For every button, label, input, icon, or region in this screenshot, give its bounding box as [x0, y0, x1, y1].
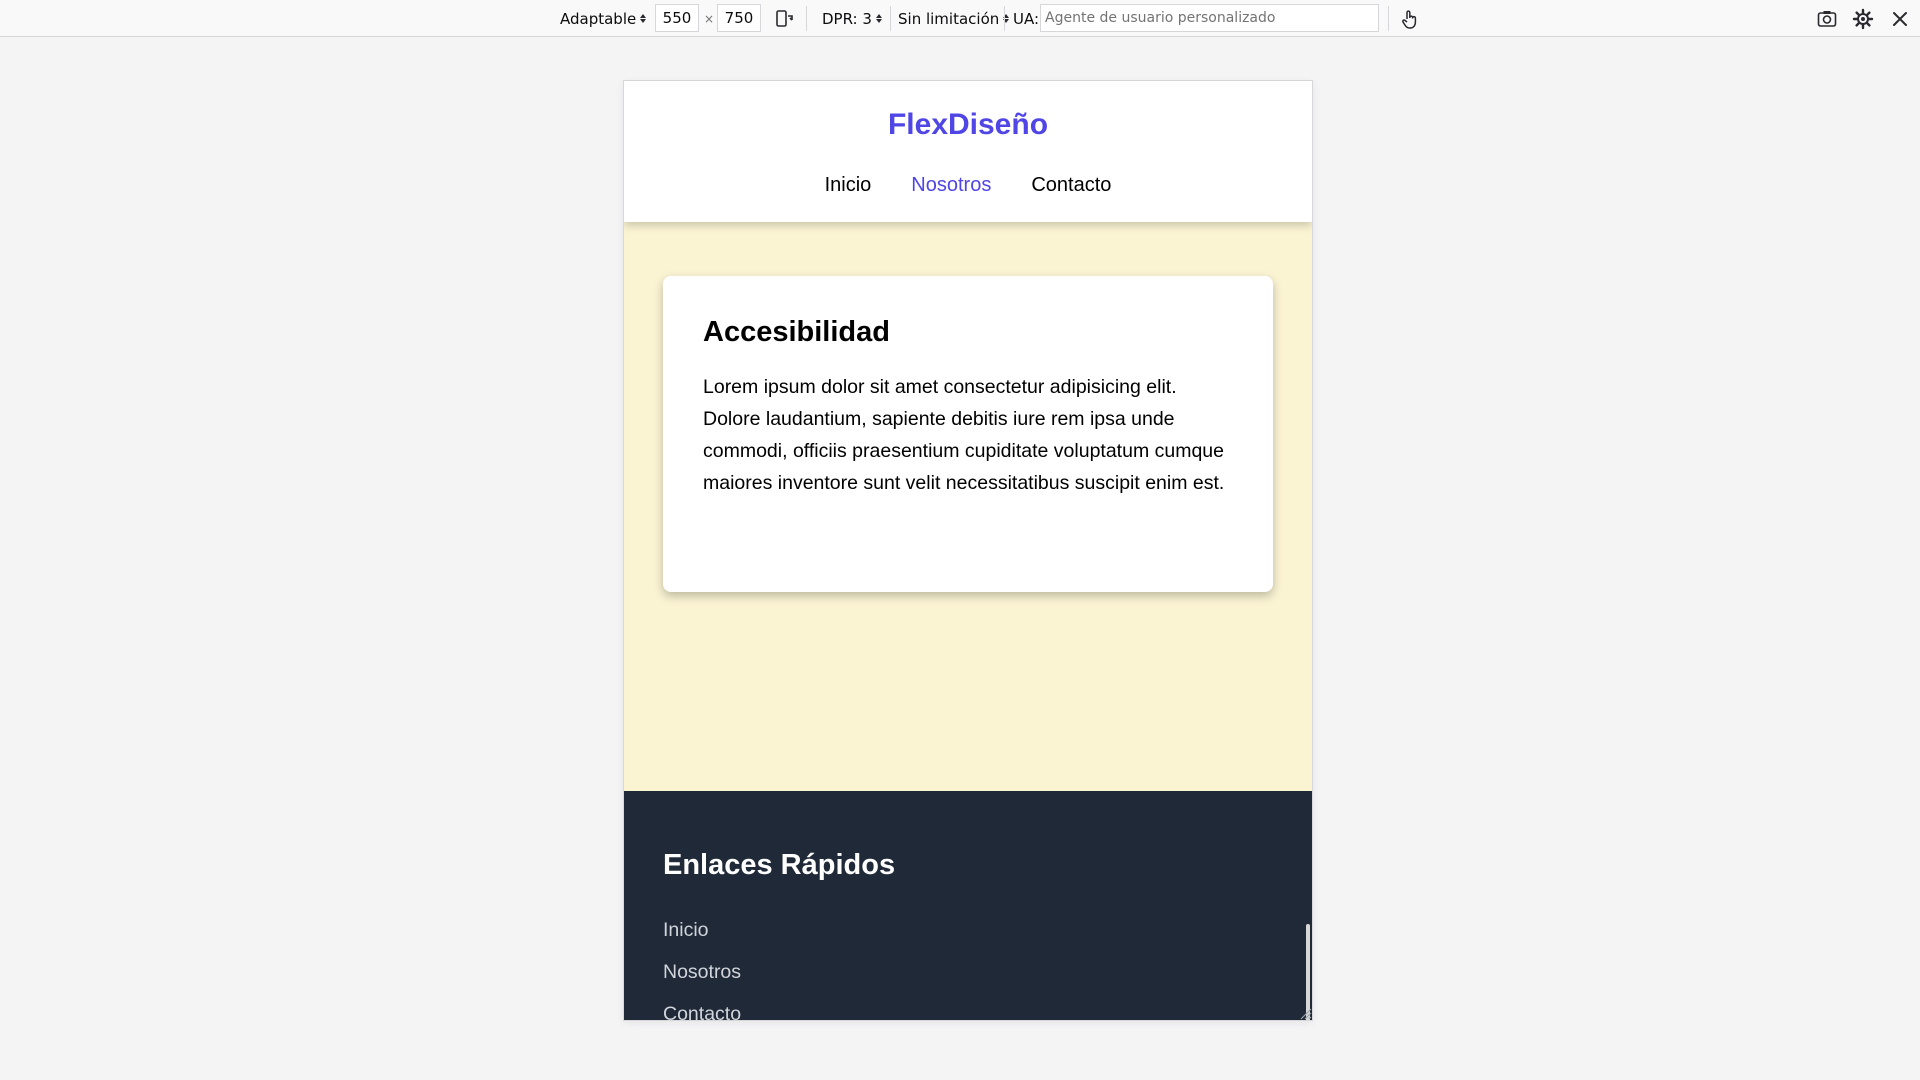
toolbar-divider: [1388, 6, 1389, 31]
feature-card: Accesibilidad Lorem ipsum dolor sit amet…: [663, 276, 1273, 592]
device-selector[interactable]: Adaptable: [560, 0, 646, 37]
touch-icon: [1402, 10, 1417, 29]
responsive-design-toolbar: Adaptable 550 × 750 DPR: 3 Sin limitació…: [0, 0, 1920, 37]
viewport-width-input[interactable]: 550: [655, 4, 699, 32]
emulated-viewport: FlexDiseño Inicio Nosotros Contacto Acce…: [624, 81, 1312, 1020]
updown-arrows-icon: [876, 14, 882, 23]
user-agent-label: UA:: [1013, 9, 1040, 28]
site-logo[interactable]: FlexDiseño: [624, 108, 1312, 142]
screenshot-button[interactable]: [1814, 6, 1840, 32]
touch-simulation-button[interactable]: [1397, 6, 1423, 32]
rotate-viewport-button[interactable]: [772, 6, 798, 32]
footer-links: Inicio Nosotros Contacto: [663, 919, 741, 1020]
toolbar-divider: [806, 6, 807, 31]
close-rdm-button[interactable]: [1887, 6, 1913, 32]
dpr-selector[interactable]: DPR: 3: [822, 0, 882, 37]
footer-link-contacto[interactable]: Contacto: [663, 1003, 741, 1020]
dimension-separator: ×: [704, 11, 715, 26]
settings-button[interactable]: [1850, 6, 1876, 32]
updown-arrows-icon: [640, 14, 646, 23]
user-agent-input[interactable]: Agente de usuario personalizado: [1040, 4, 1379, 32]
close-icon: [1893, 12, 1907, 26]
footer-link-inicio[interactable]: Inicio: [663, 919, 741, 961]
viewport-height-input[interactable]: 750: [717, 4, 761, 32]
screenshot-icon: [1817, 11, 1837, 27]
site-nav: Inicio Nosotros Contacto: [624, 174, 1312, 197]
site-footer: Enlaces Rápidos Inicio Nosotros Contacto: [624, 791, 1312, 1020]
card-title: Accesibilidad: [703, 316, 890, 348]
dpr-label: DPR: 3: [822, 9, 872, 28]
site-header: FlexDiseño Inicio Nosotros Contacto: [624, 81, 1312, 222]
footer-link-nosotros[interactable]: Nosotros: [663, 961, 741, 1003]
main-section: Accesibilidad Lorem ipsum dolor sit amet…: [624, 222, 1312, 791]
throttling-label: Sin limitación: [898, 9, 1000, 28]
resize-grip-icon: [1300, 1008, 1312, 1020]
toolbar-divider: [1004, 6, 1005, 31]
footer-title: Enlaces Rápidos: [663, 849, 896, 881]
rotate-icon: [776, 10, 793, 27]
device-selector-label: Adaptable: [560, 9, 637, 28]
card-body: Lorem ipsum dolor sit amet consectetur a…: [703, 376, 1225, 494]
nav-link-inicio[interactable]: Inicio: [825, 174, 872, 197]
toolbar-divider: [890, 6, 891, 31]
settings-icon: [1852, 8, 1874, 30]
network-throttling-selector[interactable]: Sin limitación: [898, 0, 1009, 37]
nav-link-nosotros[interactable]: Nosotros: [911, 174, 991, 197]
viewport-resize-handle[interactable]: [1296, 1004, 1312, 1020]
nav-link-contacto[interactable]: Contacto: [1031, 174, 1111, 197]
